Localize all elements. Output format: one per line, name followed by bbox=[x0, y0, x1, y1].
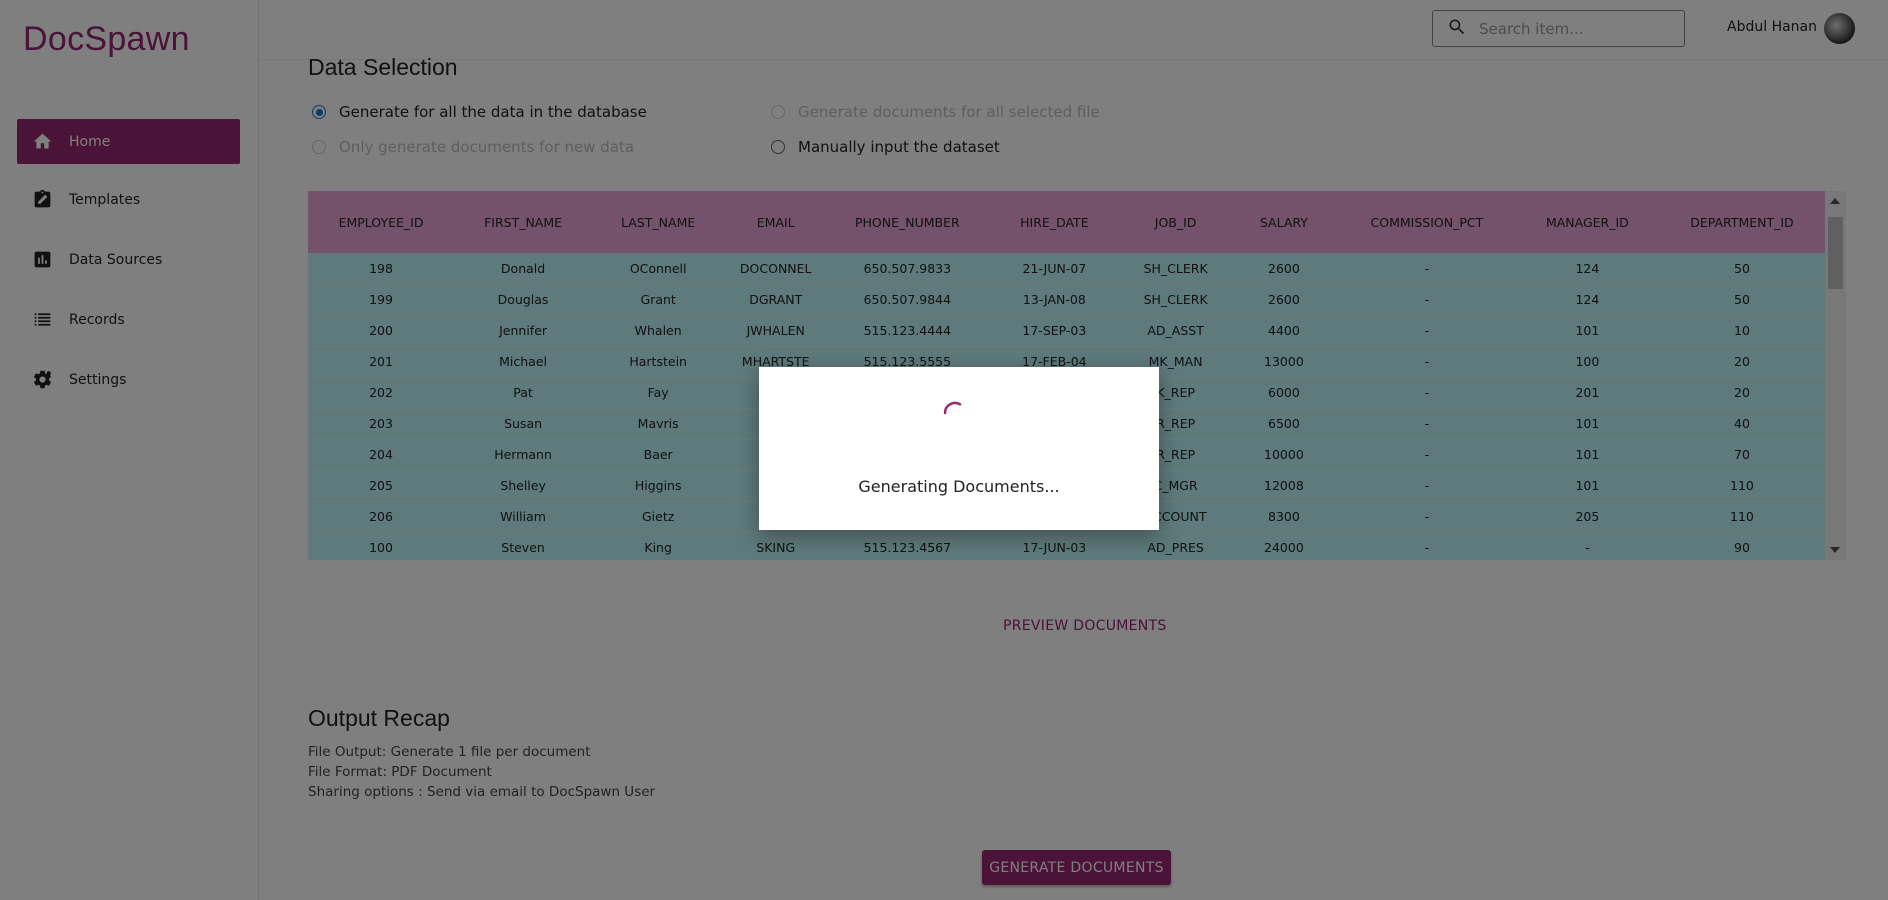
loading-modal: Generating Documents... bbox=[759, 367, 1159, 530]
modal-message: Generating Documents... bbox=[858, 477, 1060, 496]
loading-spinner-icon bbox=[943, 401, 962, 415]
